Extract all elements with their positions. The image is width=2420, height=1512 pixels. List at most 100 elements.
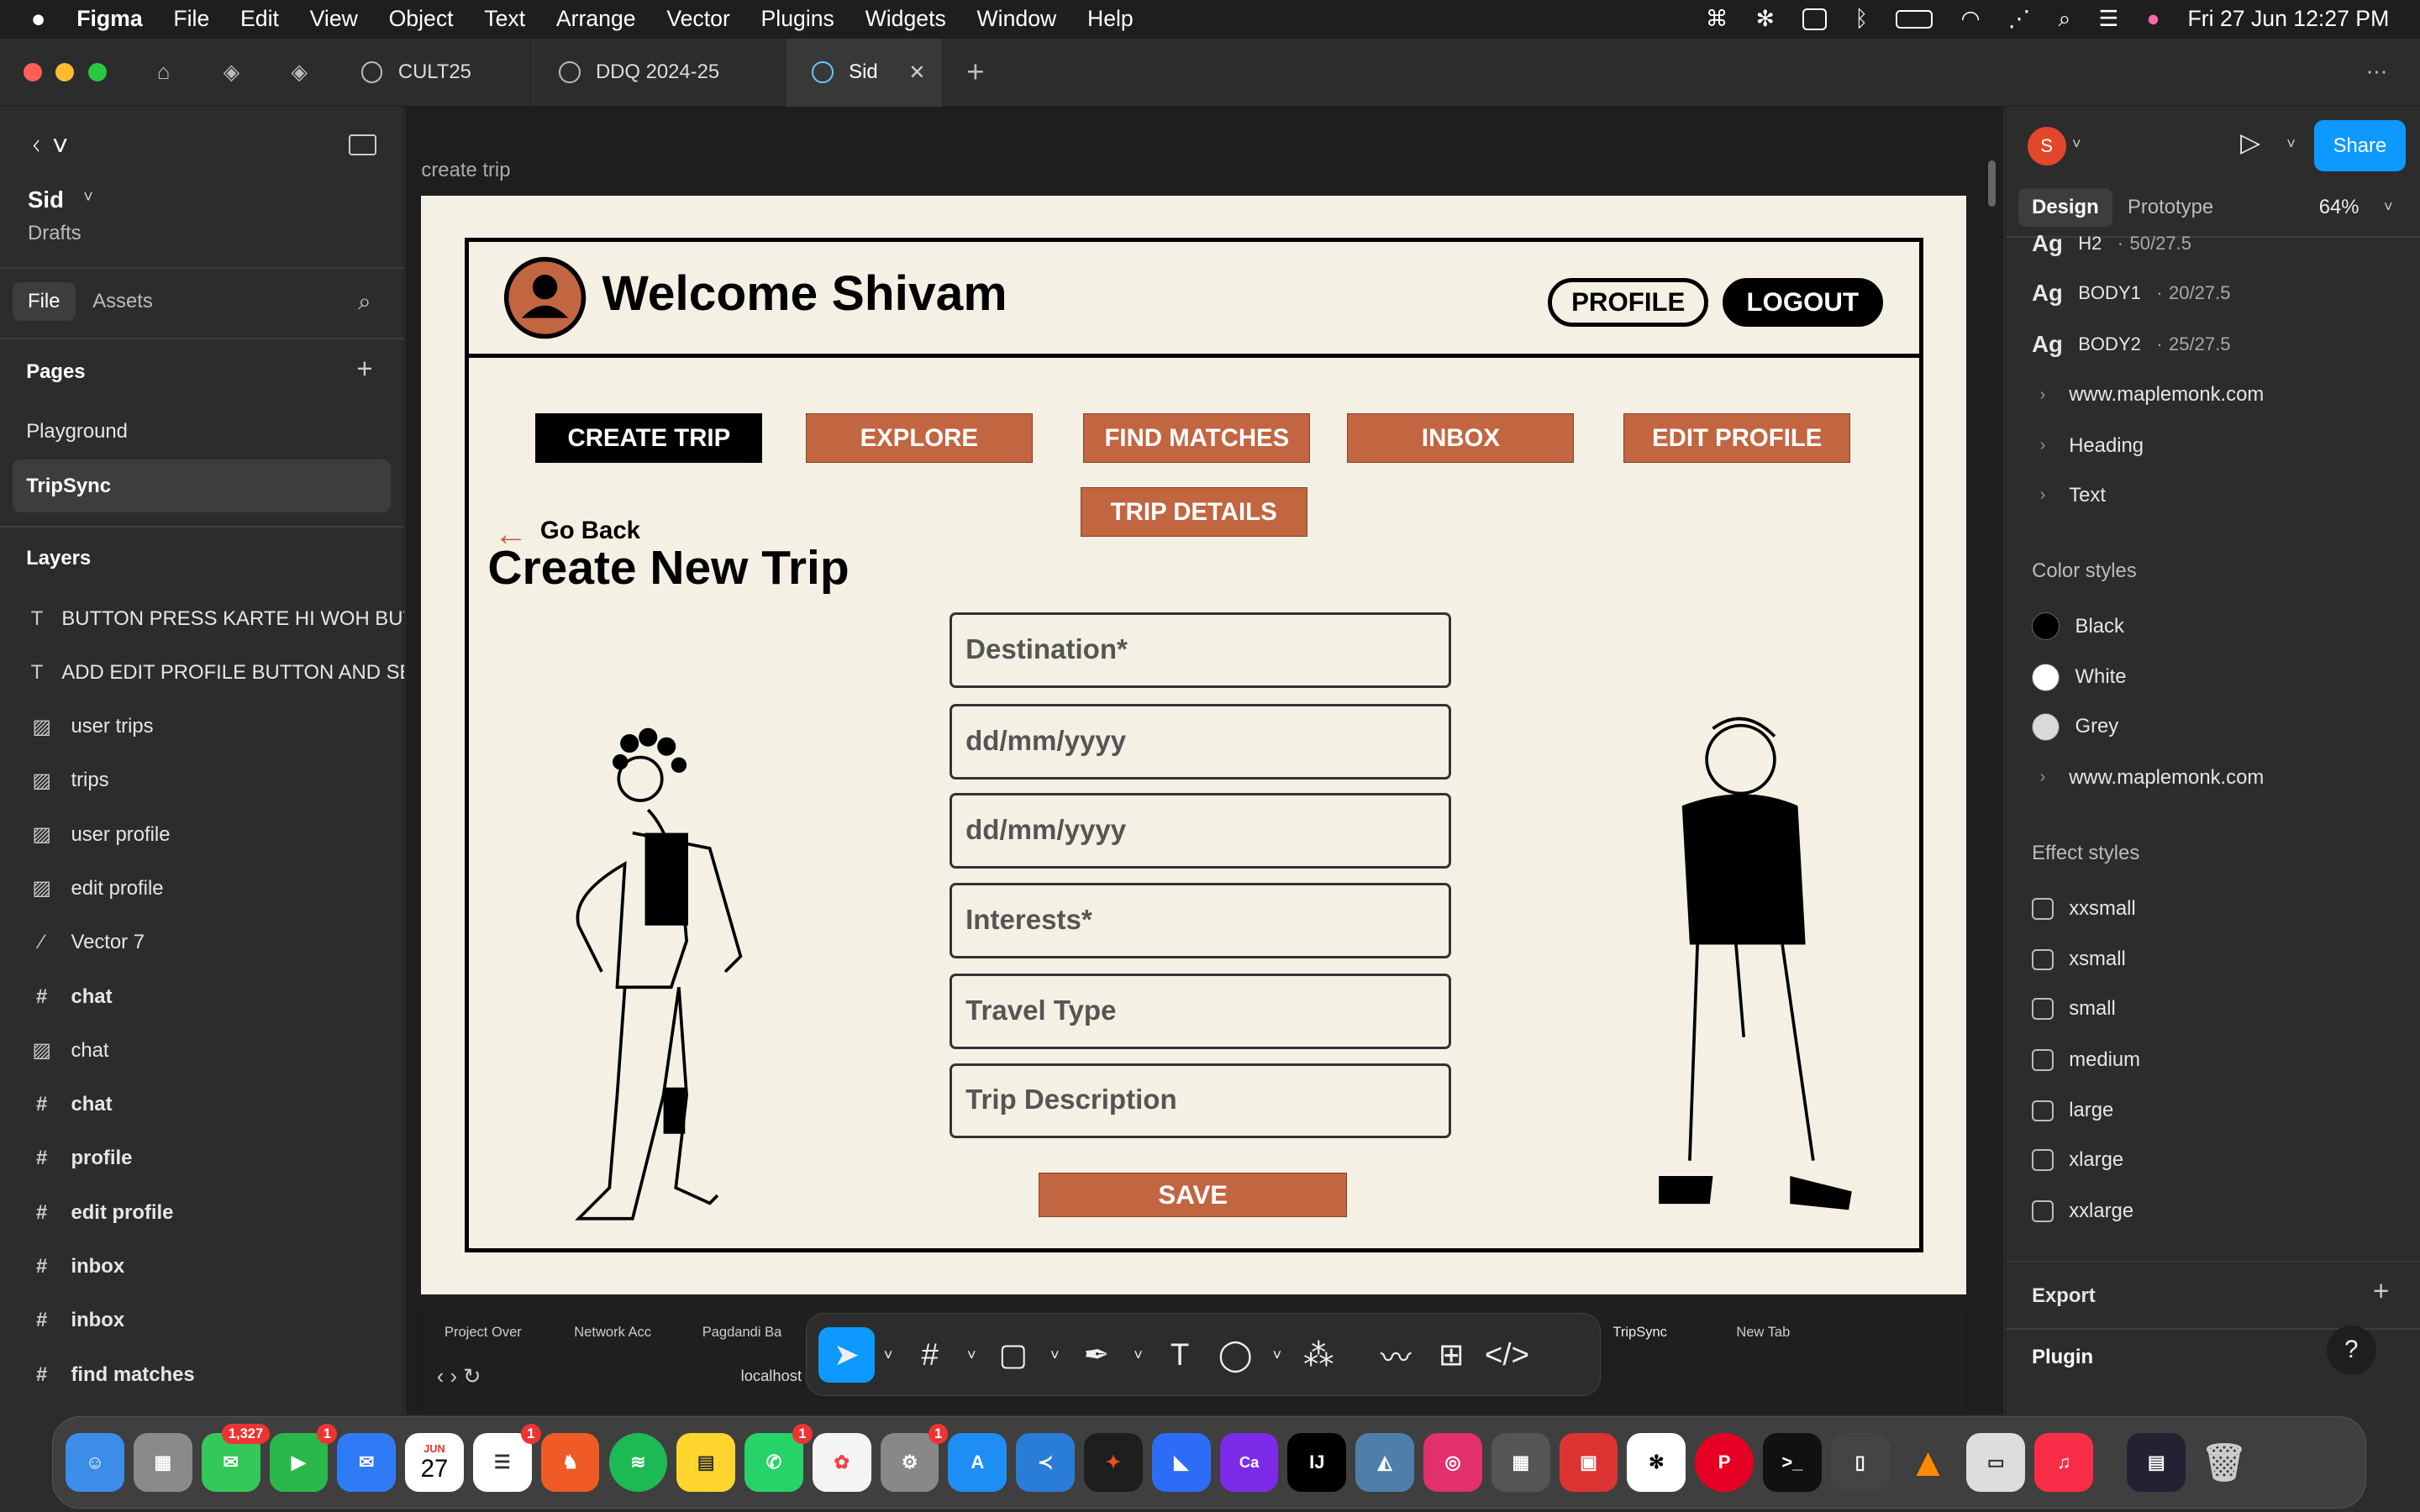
menu-window[interactable]: Window [977, 6, 1057, 32]
trip-details-button[interactable]: TRIP DETAILS [1080, 487, 1307, 538]
frame-label[interactable]: create trip [421, 159, 510, 182]
layer-item[interactable]: # chat [0, 1079, 404, 1131]
display-icon[interactable] [1802, 8, 1828, 30]
messages-icon[interactable]: ✉ 1,327 [201, 1424, 270, 1493]
preview-icon[interactable]: ▭ [1966, 1433, 2026, 1493]
effect-style[interactable]: xlarge [2032, 1137, 2123, 1184]
layer-item[interactable]: # inbox [0, 1294, 404, 1347]
whatsapp-icon[interactable]: ✆ 1 [744, 1424, 813, 1493]
chevron-down-icon[interactable]: ˅ [2384, 197, 2393, 216]
chevron-down-icon[interactable]: ˅ [875, 1327, 902, 1383]
add-export-button[interactable]: + [2373, 1276, 2389, 1308]
page-item-tripsync[interactable]: TripSync [12, 459, 391, 512]
text-style-body2[interactable]: Ag BODY2 · 25/27.5 [2032, 321, 2230, 367]
layer-item[interactable]: # find matches [0, 1348, 404, 1400]
file-name[interactable]: Sid [28, 186, 64, 213]
chevron-down-icon[interactable]: ˅ [1041, 1327, 1069, 1383]
design-mode-icon[interactable]: ⊞ [1423, 1327, 1479, 1383]
mysql-workbench-icon[interactable]: ◭ [1355, 1433, 1415, 1493]
window-close-button[interactable] [23, 63, 42, 82]
chevron-down-icon[interactable]: ˅ [2286, 134, 2296, 153]
close-icon[interactable]: ✕ [908, 60, 925, 85]
mail-icon[interactable]: ✉ [337, 1433, 397, 1493]
pinterest-icon[interactable]: P [1695, 1433, 1754, 1493]
create-trip-button[interactable]: CREATE TRIP [535, 413, 763, 463]
chatgpt-icon[interactable]: ✻ [1627, 1433, 1686, 1493]
music-icon[interactable]: ♫ [2034, 1433, 2094, 1493]
canva-icon[interactable]: Ca [1219, 1433, 1279, 1493]
sidebar-toggle-icon[interactable] [349, 134, 377, 156]
more-icon[interactable]: ⋯ [2361, 57, 2392, 88]
inbox-button[interactable]: INBOX [1347, 413, 1575, 463]
calendar-icon[interactable]: JUN 27 [405, 1433, 464, 1493]
browser-tab-active[interactable]: TripSync [1612, 1324, 1667, 1341]
layer-item[interactable]: ∕ Vector 7 [0, 916, 404, 969]
plugin-section[interactable]: Plugin [2032, 1335, 2093, 1381]
vscode-icon[interactable]: ≺ [1016, 1433, 1076, 1493]
chevron-down-icon[interactable]: ˅ [958, 1327, 986, 1383]
interests-field[interactable]: Interests* [949, 882, 1451, 958]
draw-mode-icon[interactable]: 〰 [1368, 1327, 1423, 1383]
figma-status-icon[interactable]: ⌘ [1706, 6, 1728, 32]
bluetooth-icon[interactable]: ᛒ [1854, 6, 1868, 32]
style-group[interactable]: › www.maplemonk.com [2032, 754, 2265, 801]
dev-mode-icon[interactable]: </> [1479, 1327, 1534, 1383]
menu-app-name[interactable]: Figma [76, 6, 142, 32]
apple-icon[interactable]: ● [31, 5, 46, 34]
canvas-scrollbar[interactable] [1987, 160, 1996, 207]
browser-tab[interactable]: New Tab [1736, 1324, 1790, 1341]
brave-icon[interactable]: ♞ [540, 1433, 600, 1493]
tab-prototype[interactable]: Prototype [2128, 196, 2213, 219]
present-icon[interactable]: ▷ [2240, 128, 2260, 158]
layer-item[interactable]: # inbox [0, 1241, 404, 1293]
window-zoom-button[interactable] [87, 63, 107, 82]
layer-item[interactable]: ▨ chat [0, 1025, 404, 1077]
trip-description-field[interactable]: Trip Description [949, 1063, 1451, 1139]
trash-icon[interactable]: 🗑 [2195, 1433, 2254, 1492]
tab-file[interactable]: File [12, 282, 76, 322]
layer-item[interactable]: # chat [0, 970, 404, 1022]
color-style-grey[interactable]: Grey [2032, 704, 2118, 750]
chevron-down-icon[interactable]: ˅ [1124, 1327, 1152, 1383]
pen-tool-icon[interactable]: ✒ [1069, 1327, 1124, 1383]
edit-profile-button[interactable]: EDIT PROFILE [1623, 413, 1851, 463]
effect-style[interactable]: xxsmall [2032, 885, 2136, 932]
control-center-icon[interactable]: ☰ [2098, 6, 2118, 32]
menu-vector[interactable]: Vector [666, 6, 729, 32]
text-style-h2[interactable]: Ag H2 · 50/27.5 [2032, 222, 2191, 265]
text-style-body1[interactable]: Ag BODY1 · 20/27.5 [2032, 270, 2230, 316]
find-matches-button[interactable]: FIND MATCHES [1083, 413, 1311, 463]
add-page-button[interactable]: + [356, 354, 372, 386]
chevron-down-icon[interactable]: ˅ [83, 188, 93, 207]
effect-style[interactable]: medium [2032, 1037, 2140, 1083]
tab-ddq[interactable]: DDQ 2024-25 [534, 38, 787, 107]
figma-menu-icon[interactable]: ᚲ ˅ [28, 131, 68, 163]
start-date-field[interactable]: dd/mm/yyyy [949, 703, 1451, 780]
layer-item[interactable]: ▨ user trips [0, 701, 404, 753]
tab-design[interactable]: Design [2018, 188, 2113, 228]
draft-tab-icon[interactable]: ◈ [284, 57, 315, 88]
effect-style[interactable]: xxlarge [2032, 1188, 2133, 1234]
browser-tab[interactable]: Network Acc [574, 1324, 651, 1341]
instagram-icon[interactable]: ◎ [1423, 1433, 1482, 1493]
menu-plugins[interactable]: Plugins [761, 6, 834, 32]
style-group[interactable]: › Heading [2032, 423, 2144, 469]
vlc-icon[interactable]: ▲ [1899, 1433, 1958, 1492]
terminal-icon[interactable]: >_ [1763, 1433, 1822, 1493]
profile-button[interactable]: PROFILE [1548, 277, 1709, 328]
menu-file[interactable]: File [173, 6, 209, 32]
recent-document-icon[interactable]: ▤ [2127, 1433, 2186, 1493]
spotlight-search-icon[interactable]: ⌕ [2058, 6, 2070, 33]
layer-item[interactable]: ▨ user profile [0, 808, 404, 860]
reminders-icon[interactable]: ☰ 1 [472, 1424, 541, 1493]
share-button[interactable]: Share [2314, 120, 2406, 171]
facetime-icon[interactable]: ▶ 1 [269, 1424, 338, 1493]
help-icon[interactable]: ? [2326, 1325, 2376, 1375]
search-icon[interactable]: ⌕ [358, 288, 371, 316]
wifi-icon[interactable]: ◠ [1961, 6, 1981, 32]
browser-tab[interactable]: Pagdandi Ba [702, 1324, 782, 1341]
rectangle-tool-icon[interactable]: ▢ [986, 1327, 1041, 1383]
destination-field[interactable]: Destination* [949, 612, 1451, 689]
finder-icon[interactable]: ☺ [66, 1433, 124, 1493]
frame-tool-icon[interactable]: # [902, 1327, 958, 1383]
